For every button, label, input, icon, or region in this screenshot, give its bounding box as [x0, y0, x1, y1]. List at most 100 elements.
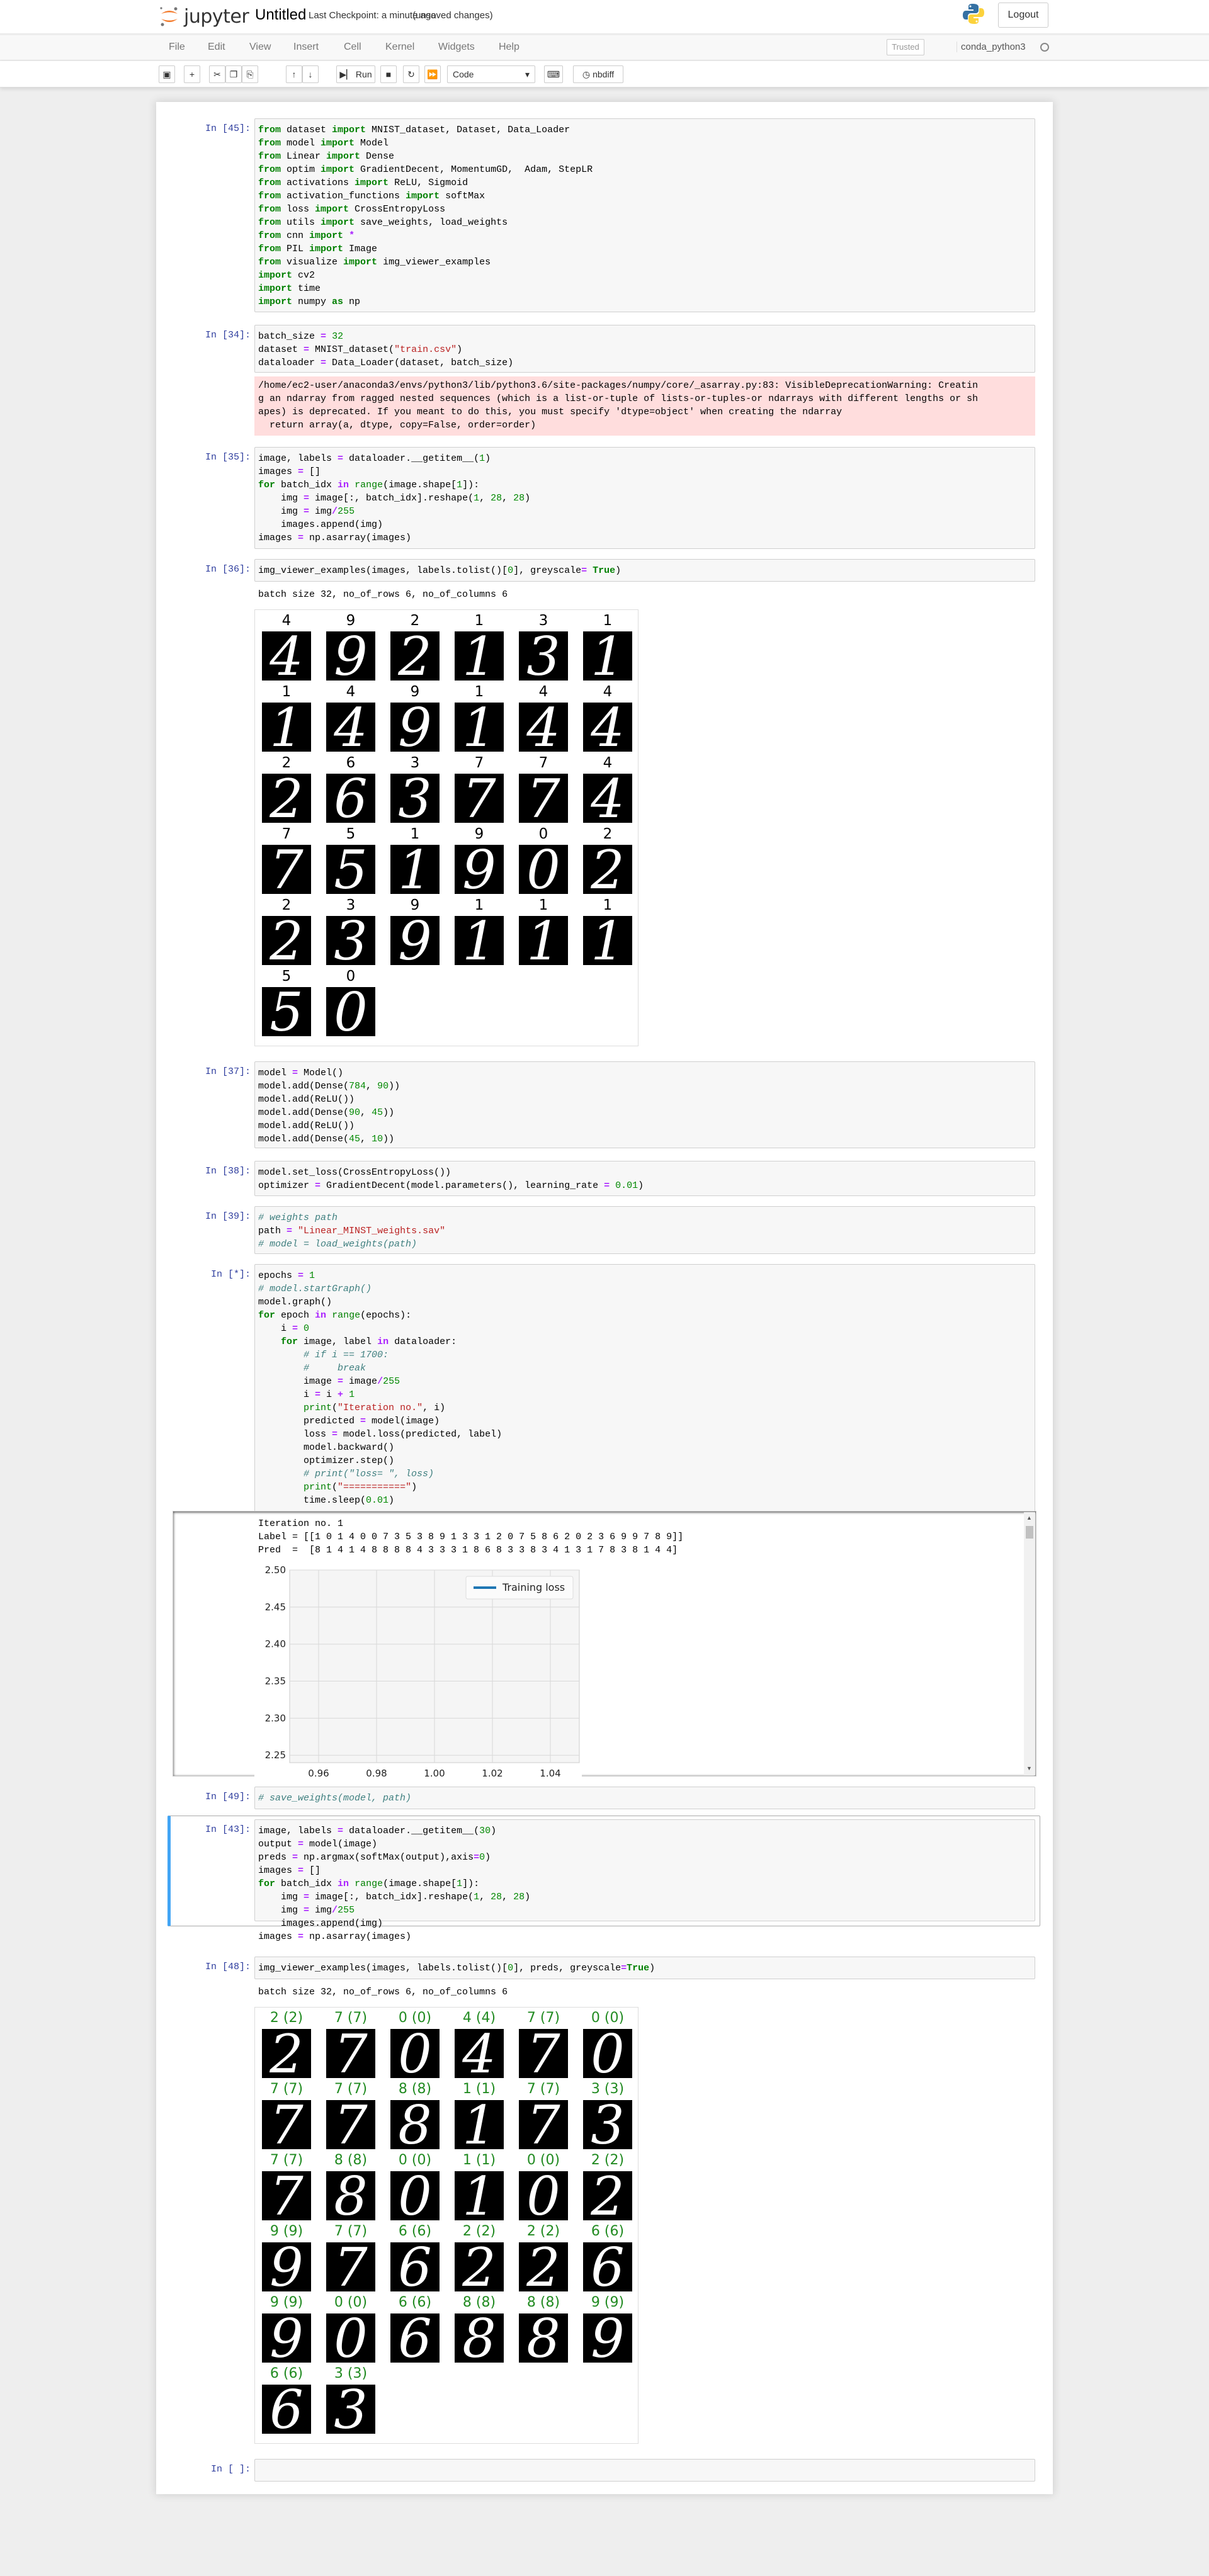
copy-button[interactable]: ❐ — [225, 65, 242, 83]
digit-glyph: 6 — [591, 2242, 625, 2291]
digit-label: 8 (8) — [398, 2081, 432, 2097]
menu-cell[interactable]: Cell — [344, 42, 361, 53]
nbdiff-button[interactable]: ◷ nbdiff — [573, 65, 623, 83]
digit-label: 8 (8) — [334, 2152, 368, 2168]
cell-output-text: batch size 32, no_of_rows 6, no_of_colum… — [258, 1987, 508, 1997]
digit-image: 0 — [519, 845, 568, 894]
history-icon: ◷ — [582, 69, 591, 79]
trusted-indicator[interactable]: Trusted — [887, 39, 924, 55]
stderr-warning: /home/ec2-user/anaconda3/envs/python3/li… — [254, 376, 1035, 436]
mnist-grid-output: 4499221133111144991144442266337777447755… — [254, 609, 639, 1046]
digit-image: 4 — [455, 2029, 504, 2078]
cell-code[interactable]: image, labels = dataloader.__getitem__(1… — [258, 452, 530, 545]
digit-glyph: 1 — [462, 631, 496, 681]
move-down-button[interactable]: ↓ — [302, 65, 319, 83]
menu-edit[interactable]: Edit — [208, 42, 225, 53]
digit-image: 6 — [390, 2242, 440, 2291]
digit-label: 7 — [474, 755, 484, 771]
x-tick-label: 0.98 — [366, 1768, 387, 1777]
digit-glyph: 7 — [270, 845, 304, 894]
command-palette-button[interactable]: ⌨ — [544, 65, 563, 83]
digit-image: 1 — [455, 631, 504, 681]
digit-image: 9 — [326, 631, 375, 681]
digit-glyph: 2 — [591, 845, 625, 894]
cell-code[interactable]: # weights path path = "Linear_MINST_weig… — [258, 1211, 445, 1251]
cell-code[interactable]: from dataset import MNIST_dataset, Datas… — [258, 123, 593, 308]
restart-button[interactable]: ↻ — [403, 65, 419, 83]
menu-view[interactable]: View — [249, 42, 271, 53]
digit-image: 3 — [326, 2385, 375, 2434]
digit-label: 9 — [474, 826, 484, 842]
digit-image: 2 — [262, 774, 311, 823]
digit-glyph: 4 — [462, 2029, 496, 2078]
cell-type-select[interactable]: Code ▾ — [447, 65, 535, 83]
menu-file[interactable]: File — [169, 42, 185, 53]
digit-glyph: 1 — [591, 631, 625, 681]
cell-code[interactable]: batch_size = 32 dataset = MNIST_dataset(… — [258, 330, 513, 370]
digit-image: 0 — [390, 2029, 440, 2078]
autosave-status: (unsaved changes) — [412, 10, 493, 21]
digit-label: 2 (2) — [526, 2223, 560, 2239]
digit-label: 7 (7) — [270, 2152, 304, 2168]
menu-kernel[interactable]: Kernel — [385, 42, 414, 53]
cell-code[interactable]: image, labels = dataloader.__getitem__(3… — [258, 1824, 530, 1943]
digit-glyph: 7 — [270, 2100, 304, 2149]
digit-image: 1 — [455, 916, 504, 965]
x-tick-label: 0.96 — [308, 1768, 329, 1777]
insert-cell-button[interactable]: + — [184, 65, 200, 83]
menu-widgets[interactable]: Widgets — [438, 42, 475, 53]
digit-label: 4 — [538, 684, 548, 700]
menu-help[interactable]: Help — [499, 42, 519, 53]
digit-label: 7 — [538, 755, 548, 771]
cell-code[interactable]: epochs = 1 # model.startGraph() model.gr… — [258, 1269, 502, 1507]
digit-label: 3 (3) — [591, 2081, 625, 2097]
cell-code[interactable]: # save_weights(model, path) — [258, 1792, 411, 1805]
digit-image: 3 — [583, 2100, 632, 2149]
empty-code-cell[interactable] — [254, 2459, 1035, 2482]
digit-image: 4 — [326, 703, 375, 752]
digit-glyph: 7 — [462, 774, 496, 823]
cell-prompt: In [39]: — [205, 1211, 251, 1222]
jupyter-logo[interactable]: jupyter — [159, 5, 249, 28]
paste-button[interactable]: ⎘ — [242, 65, 258, 83]
notebook-name[interactable]: Untitled — [255, 6, 306, 24]
digit-glyph: 4 — [270, 631, 304, 681]
digit-image: 7 — [262, 2171, 311, 2220]
menu-insert[interactable]: Insert — [293, 42, 319, 53]
digit-glyph: 8 — [398, 2100, 432, 2149]
digit-label: 6 (6) — [398, 2295, 432, 2310]
output-scrollbar[interactable]: ▲ ▼ — [1024, 1512, 1035, 1775]
scroll-up-icon[interactable]: ▲ — [1026, 1515, 1032, 1521]
digit-glyph: 1 — [462, 2171, 496, 2220]
digit-label: 2 — [281, 897, 292, 913]
cell-code[interactable]: model = Model() model.add(Dense(784, 90)… — [258, 1066, 400, 1146]
digit-glyph: 9 — [270, 2313, 304, 2363]
restart-run-all-button[interactable]: ⏩ — [424, 65, 441, 83]
scrollbar-thumb[interactable] — [1026, 1526, 1033, 1539]
digit-image: 2 — [262, 2029, 311, 2078]
y-tick-label: 2.30 — [265, 1712, 286, 1724]
digit-label: 0 (0) — [398, 2152, 432, 2168]
interrupt-button[interactable]: ■ — [380, 65, 397, 83]
cell-code[interactable]: img_viewer_examples(images, labels.tolis… — [258, 1962, 655, 1975]
digit-image: 9 — [262, 2313, 311, 2363]
logout-button[interactable]: Logout — [998, 3, 1048, 28]
cell-code[interactable]: img_viewer_examples(images, labels.tolis… — [258, 564, 621, 577]
digit-glyph: 9 — [334, 631, 368, 681]
digit-glyph: 4 — [591, 774, 625, 823]
digit-glyph: 1 — [591, 916, 625, 965]
cell-code[interactable]: model.set_loss(CrossEntropyLoss()) optim… — [258, 1166, 644, 1192]
save-button[interactable]: ▣ — [159, 65, 175, 83]
cut-button[interactable]: ✂ — [209, 65, 225, 83]
python-icon — [963, 4, 984, 24]
digit-image: 9 — [455, 845, 504, 894]
cell-prompt: In [49]: — [205, 1792, 251, 1802]
digit-glyph: 0 — [591, 2029, 625, 2078]
move-up-button[interactable]: ↑ — [286, 65, 302, 83]
run-button[interactable]: ▶▏ Run — [336, 65, 375, 83]
digit-label: 1 — [474, 897, 484, 913]
scroll-down-icon[interactable]: ▼ — [1026, 1765, 1032, 1771]
scissors-icon: ✂ — [213, 69, 221, 79]
digit-label: 1 (1) — [462, 2081, 496, 2097]
digit-label: 6 (6) — [270, 2366, 304, 2381]
